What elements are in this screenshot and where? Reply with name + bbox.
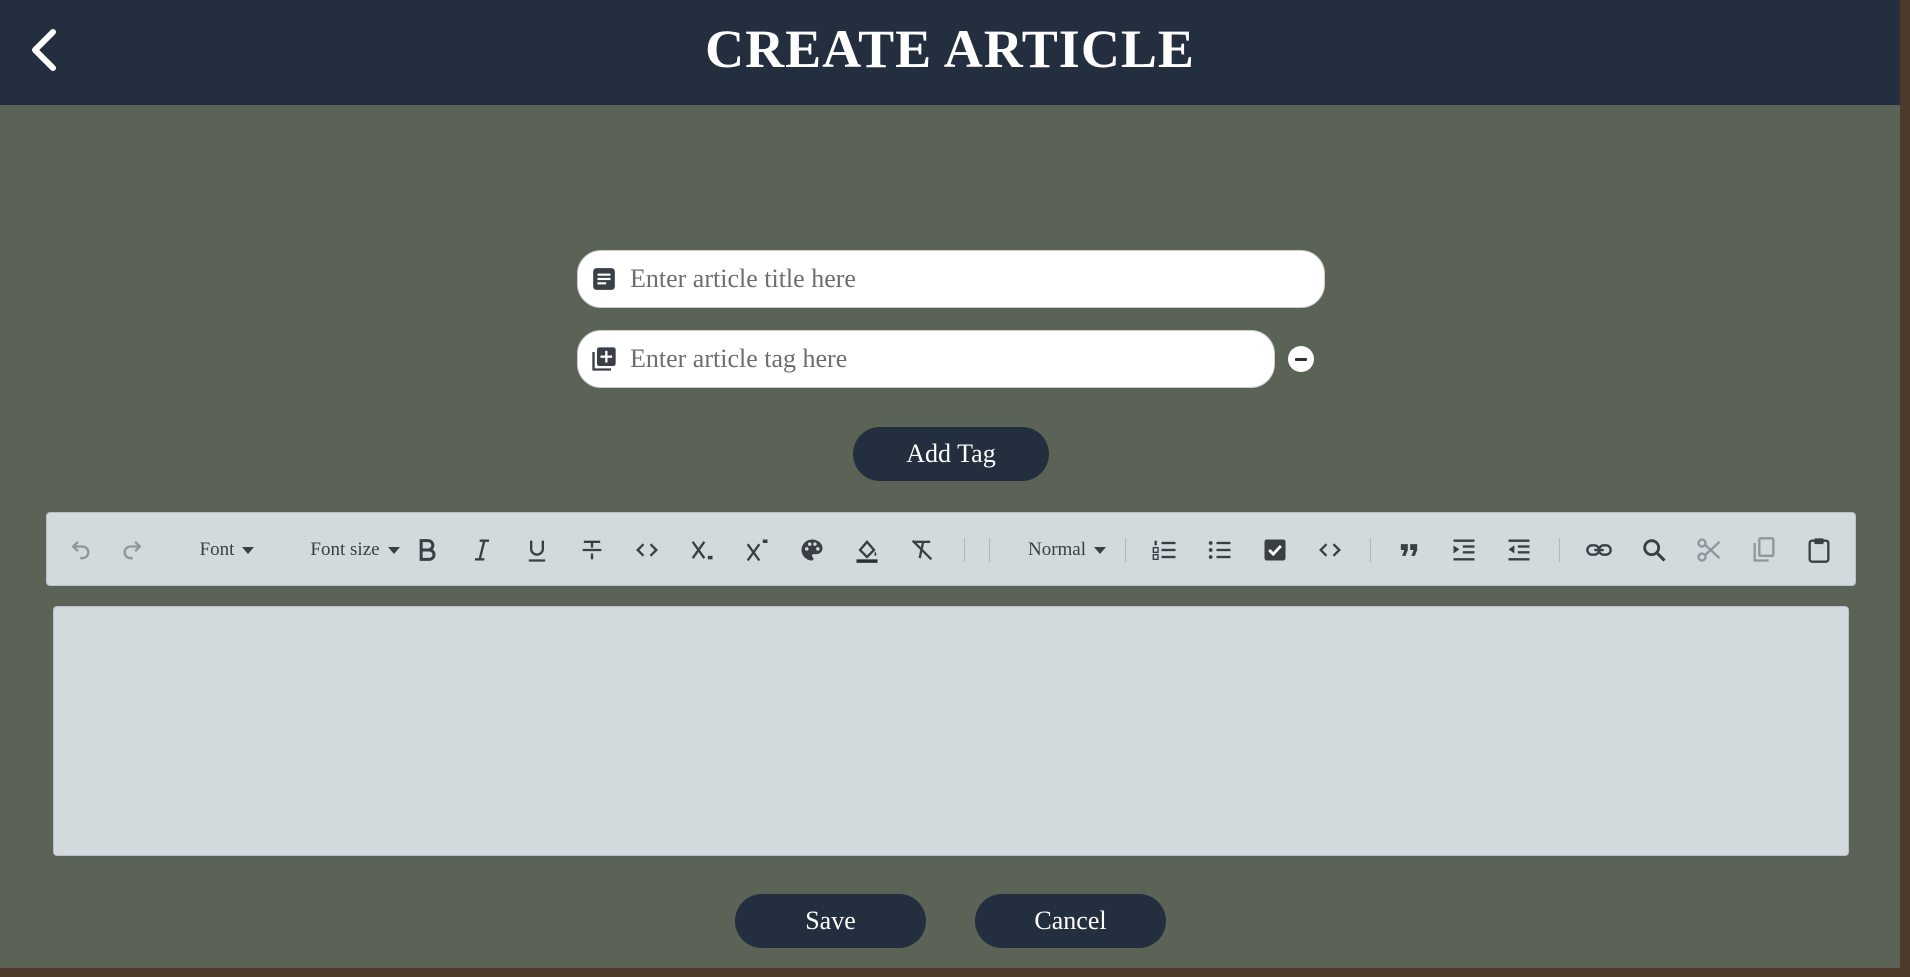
cancel-button[interactable]: Cancel xyxy=(975,894,1166,948)
italic-icon xyxy=(475,539,489,561)
remove-tag-button[interactable] xyxy=(1288,346,1314,372)
tag-input[interactable] xyxy=(630,344,1274,374)
tag-field[interactable] xyxy=(577,330,1275,388)
subscript-icon xyxy=(691,541,713,560)
search-button[interactable] xyxy=(1636,513,1672,587)
save-button[interactable]: Save xyxy=(735,894,926,948)
block-format-label: Normal xyxy=(1027,539,1087,560)
library-add-icon xyxy=(590,345,618,373)
font-size-dropdown-label: Font size xyxy=(310,539,380,560)
underline-icon xyxy=(528,540,546,562)
undo-button[interactable] xyxy=(59,513,99,587)
underline-button[interactable] xyxy=(519,513,555,587)
add-tag-button[interactable]: Add Tag xyxy=(853,427,1049,481)
toolbar-divider xyxy=(1370,538,1371,562)
font-dropdown[interactable]: Font xyxy=(187,513,267,587)
quote-icon xyxy=(1400,544,1418,556)
editor-toolbar: Font Font size Normal xyxy=(46,512,1856,586)
paste-button[interactable] xyxy=(1801,513,1837,587)
header-bar: CREATE ARTICLE xyxy=(0,0,1900,105)
inline-code-button[interactable] xyxy=(629,513,665,587)
checklist-button[interactable] xyxy=(1257,513,1293,587)
indent-button[interactable] xyxy=(1446,513,1482,587)
highlight-color-button[interactable] xyxy=(849,513,885,587)
outdent-button[interactable] xyxy=(1501,513,1537,587)
palette-icon xyxy=(801,539,823,561)
page-title: CREATE ARTICLE xyxy=(705,19,1195,79)
code-icon xyxy=(1319,543,1341,557)
code-block-button[interactable] xyxy=(1312,513,1348,587)
blockquote-button[interactable] xyxy=(1391,513,1427,587)
block-format-dropdown[interactable]: Normal xyxy=(1012,513,1122,587)
editor-content-area[interactable] xyxy=(53,606,1849,856)
bold-button[interactable] xyxy=(409,513,445,587)
indent-icon xyxy=(1453,539,1475,561)
redo-icon xyxy=(123,541,142,560)
superscript-button[interactable] xyxy=(739,513,775,587)
font-dropdown-label: Font xyxy=(199,539,235,560)
bullet-list-button[interactable] xyxy=(1202,513,1238,587)
cut-button[interactable] xyxy=(1691,513,1727,587)
code-icon xyxy=(636,543,658,557)
redo-button[interactable] xyxy=(114,513,154,587)
minus-icon xyxy=(1295,357,1307,361)
toolbar-divider xyxy=(964,538,965,562)
clear-format-icon xyxy=(911,539,933,561)
caret-down-icon xyxy=(242,546,255,554)
italic-button[interactable] xyxy=(464,513,500,587)
toolbar-divider xyxy=(1125,538,1126,562)
checkbox-icon xyxy=(1264,539,1286,561)
toolbar-divider xyxy=(1559,538,1560,562)
ordered-list-icon xyxy=(1152,540,1176,561)
clipboard-icon xyxy=(1808,538,1830,563)
strikethrough-icon xyxy=(582,540,602,560)
subscript-button[interactable] xyxy=(684,513,720,587)
title-field[interactable] xyxy=(577,250,1325,308)
toolbar-divider xyxy=(989,538,990,562)
app-window: CREATE ARTICLE Add Tag xyxy=(0,0,1900,968)
scissors-icon xyxy=(1697,538,1721,562)
bold-icon xyxy=(419,539,436,561)
text-color-button[interactable] xyxy=(794,513,830,587)
title-input[interactable] xyxy=(630,264,1324,294)
superscript-icon xyxy=(746,539,768,562)
copy-button[interactable] xyxy=(1746,513,1782,587)
fill-color-icon xyxy=(856,540,878,563)
undo-icon xyxy=(71,541,90,560)
caret-down-icon xyxy=(1094,546,1107,554)
caret-down-icon xyxy=(387,546,400,554)
outdent-icon xyxy=(1508,539,1530,561)
article-icon xyxy=(590,265,618,293)
clear-format-button[interactable] xyxy=(904,513,940,587)
copy-icon xyxy=(1753,537,1775,562)
ordered-list-button[interactable] xyxy=(1147,513,1183,587)
font-size-dropdown[interactable]: Font size xyxy=(290,513,420,587)
search-icon xyxy=(1643,539,1666,562)
strikethrough-button[interactable] xyxy=(574,513,610,587)
bullet-list-icon xyxy=(1208,541,1231,559)
link-button[interactable] xyxy=(1581,513,1617,587)
link-icon xyxy=(1586,544,1612,556)
